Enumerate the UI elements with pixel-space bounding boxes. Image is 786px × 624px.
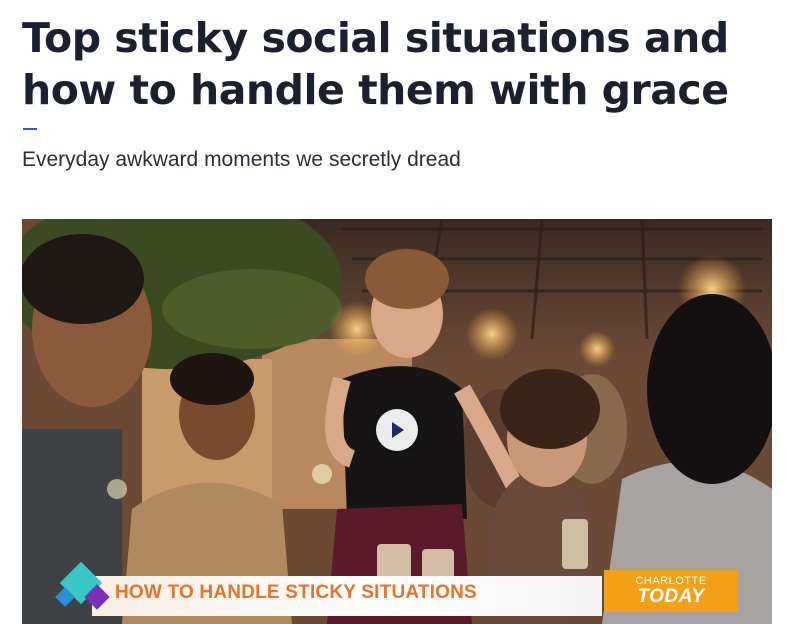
lower-third-title: HOW TO HANDLE STICKY SITUATIONS xyxy=(115,582,477,603)
article-headline: Top sticky social situations and how to … xyxy=(22,14,729,114)
article-dek: Everyday awkward moments we secretly dre… xyxy=(22,148,461,171)
brand-bottom-text: TODAY xyxy=(637,586,705,607)
play-button[interactable] xyxy=(376,409,418,451)
headline-accent-rule xyxy=(23,128,37,130)
video-player[interactable]: HOW TO HANDLE STICKY SITUATIONS CHARLOTT… xyxy=(22,219,772,624)
lower-third-banner: HOW TO HANDLE STICKY SITUATIONS CHARLOTT… xyxy=(22,561,772,624)
charlotte-today-badge: CHARLOTTE TODAY xyxy=(604,570,738,612)
play-icon xyxy=(392,422,404,438)
diamond-logo-icon xyxy=(55,561,110,610)
